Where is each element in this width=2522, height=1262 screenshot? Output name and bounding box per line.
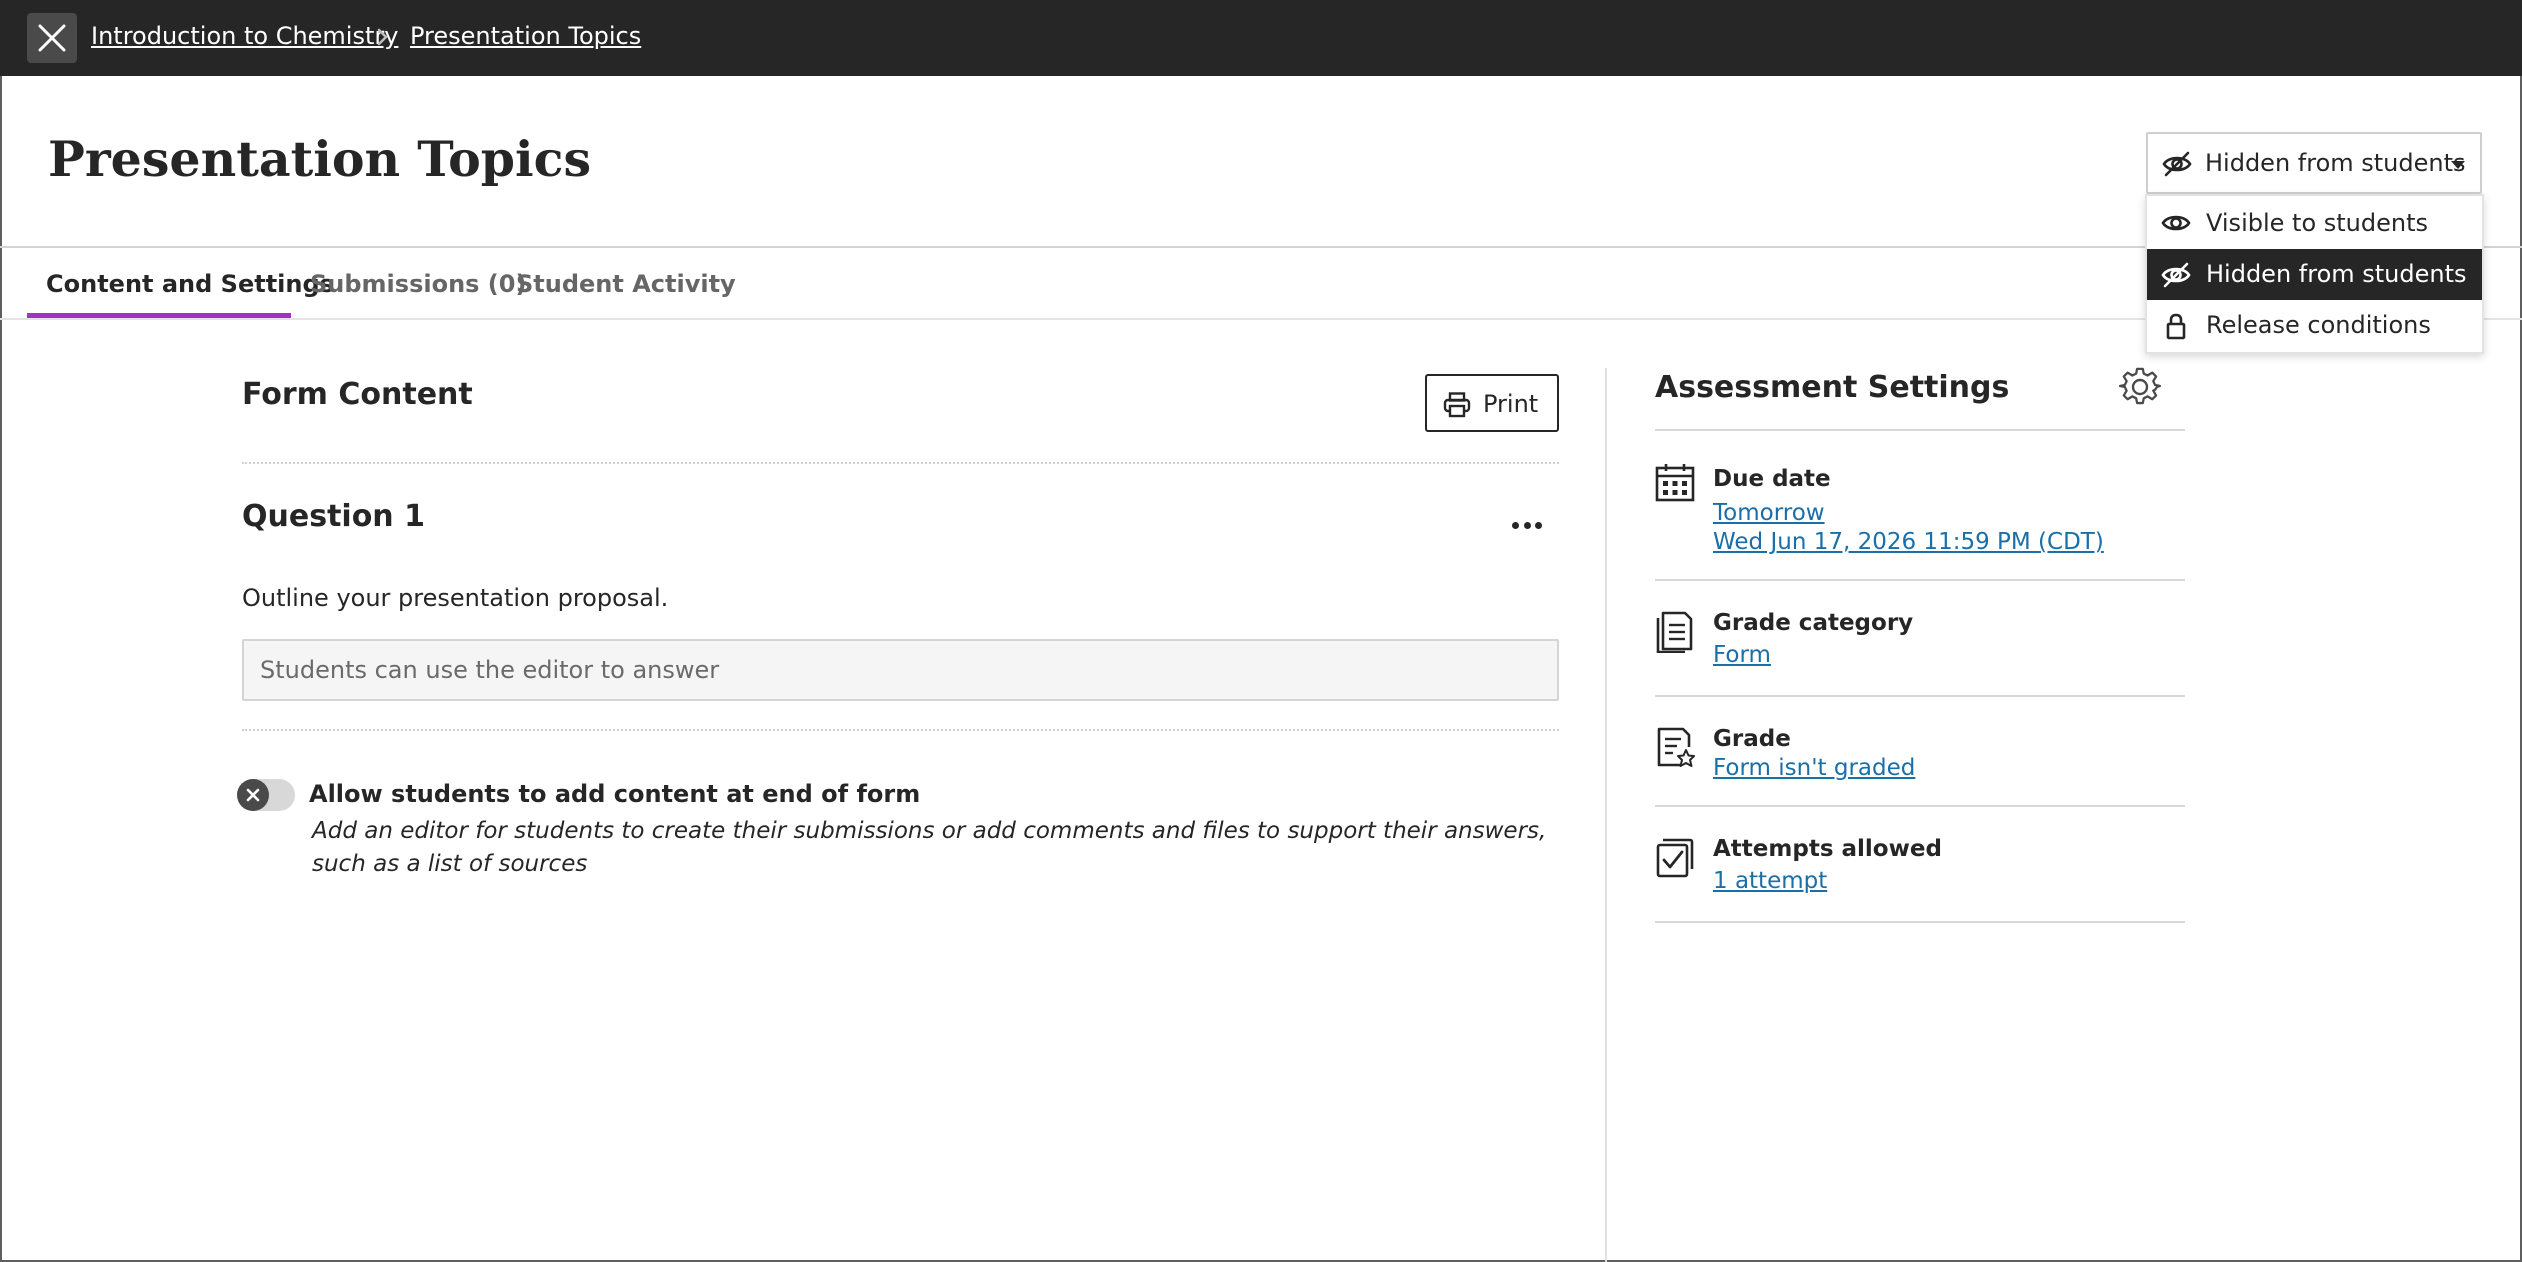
- close-button[interactable]: [27, 13, 77, 63]
- divider: [1655, 805, 2185, 807]
- question-title: Question 1: [242, 499, 425, 534]
- more-dot-icon: [1523, 521, 1531, 529]
- menu-item-release-conditions[interactable]: Release conditions: [2147, 300, 2482, 351]
- more-dot-icon: [1512, 521, 1519, 529]
- toggle-description: Add an editor for students to create the…: [312, 818, 1547, 877]
- divider: [1655, 579, 2185, 581]
- assessment-settings-heading: Assessment Settings: [1655, 370, 2010, 405]
- toggle-label: Allow students to add content at end of …: [309, 780, 921, 808]
- attempts-link[interactable]: 1 attempt: [1713, 868, 1827, 894]
- document-icon: [1656, 611, 1693, 653]
- tab-student-activity[interactable]: Student Activity: [516, 270, 736, 298]
- menu-item-hidden[interactable]: Hidden from students: [2147, 249, 2482, 300]
- allow-content-toggle[interactable]: [237, 779, 295, 811]
- gear-icon[interactable]: [2119, 366, 2161, 408]
- lock-icon: [2166, 313, 2186, 340]
- attempts-title: Attempts allowed: [1713, 836, 1942, 862]
- eye-icon: [2161, 215, 2191, 231]
- divider: [1655, 695, 2185, 697]
- menu-item-label: Hidden from students: [2206, 260, 2467, 288]
- question-more-options-button[interactable]: [1510, 514, 1544, 536]
- due-date-title: Due date: [1713, 466, 1831, 492]
- attempts-checkbox-icon: [1656, 838, 1694, 878]
- menu-item-label: Visible to students: [2206, 209, 2428, 237]
- due-date-relative-link[interactable]: Tomorrow: [1713, 500, 1825, 526]
- toggle-knob: [237, 779, 269, 811]
- grade-title: Grade: [1713, 726, 1791, 752]
- answer-placeholder-text: Students can use the editor to answer: [260, 656, 720, 684]
- menu-item-visible[interactable]: Visible to students: [2147, 198, 2482, 249]
- more-dot-icon: [1535, 521, 1542, 529]
- visibility-label: Hidden from students: [2205, 149, 2466, 177]
- due-date-value-link[interactable]: Wed Jun 17, 2026 11:59 PM (CDT): [1713, 529, 2104, 555]
- divider: [1655, 429, 2185, 431]
- menu-item-label: Release conditions: [2206, 311, 2431, 339]
- divider: [1655, 921, 2185, 923]
- divider: [242, 462, 1559, 464]
- eye-slash-icon: [2161, 262, 2191, 288]
- printer-icon: [1443, 392, 1471, 418]
- question-text: Outline your presentation proposal.: [242, 584, 669, 612]
- divider: [242, 729, 1559, 731]
- chevron-right-icon: [377, 28, 388, 46]
- caret-down-icon: [2451, 161, 2465, 169]
- tab-content-and-settings[interactable]: Content and Settings: [46, 270, 334, 298]
- visibility-menu: Visible to students Hidden from students…: [2145, 194, 2484, 354]
- calendar-icon: [1655, 464, 1695, 502]
- breadcrumb-course-link[interactable]: Introduction to Chemistry: [91, 22, 398, 50]
- form-content-heading: Form Content: [242, 377, 473, 412]
- tab-submissions[interactable]: Submissions (0): [310, 270, 526, 298]
- grade-category-link[interactable]: Form: [1713, 642, 1771, 668]
- grade-link[interactable]: Form isn't graded: [1713, 755, 1915, 781]
- grade-category-title: Grade category: [1713, 610, 1914, 636]
- header-divider: [0, 246, 2522, 248]
- print-label: Print: [1483, 390, 1539, 418]
- x-icon: [246, 788, 260, 802]
- tabs-divider: [0, 318, 2522, 320]
- eye-slash-icon: [2162, 151, 2192, 177]
- window-frame: [0, 0, 2522, 1262]
- close-icon: [38, 24, 66, 52]
- top-navigation-bar: Introduction to Chemistry Presentation T…: [0, 0, 2522, 76]
- answer-editor-placeholder: Students can use the editor to answer: [242, 639, 1559, 701]
- page-title: Presentation Topics: [48, 130, 592, 188]
- print-button[interactable]: Print: [1425, 374, 1559, 432]
- breadcrumb-page-link[interactable]: Presentation Topics: [410, 22, 641, 50]
- visibility-dropdown-button[interactable]: Hidden from students: [2146, 132, 2482, 194]
- column-divider: [1605, 368, 1607, 1262]
- graded-document-star-icon: [1657, 727, 1695, 767]
